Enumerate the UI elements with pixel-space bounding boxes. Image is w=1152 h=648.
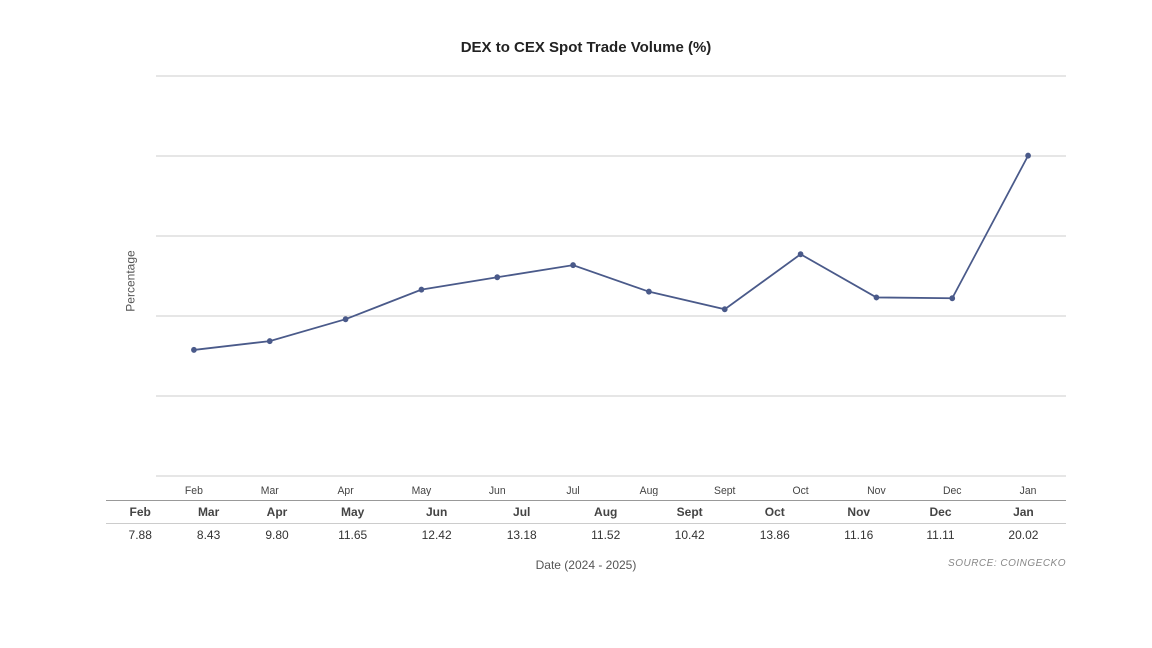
svg-text:Mar: Mar <box>261 485 279 496</box>
month-oct: Oct <box>732 501 817 524</box>
month-jul: Jul <box>479 501 564 524</box>
value-nov: 11.16 <box>817 524 900 547</box>
value-mar: 8.43 <box>174 524 242 547</box>
dot-jan <box>1025 153 1031 159</box>
dot-feb <box>191 347 197 353</box>
svg-text:Apr: Apr <box>337 485 354 496</box>
month-may: May <box>311 501 394 524</box>
data-table: Feb Mar Apr May Jun Jul Aug Sept Oct Nov… <box>106 500 1066 546</box>
month-nov: Nov <box>817 501 900 524</box>
month-dec: Dec <box>900 501 981 524</box>
svg-text:Jul: Jul <box>566 485 579 496</box>
svg-text:Aug: Aug <box>640 485 659 496</box>
value-aug: 11.52 <box>564 524 647 547</box>
source-label: SOURCE: COINGECKO <box>826 558 1066 569</box>
dot-jun <box>494 274 500 280</box>
svg-text:May: May <box>412 485 432 496</box>
month-mar: Mar <box>174 501 242 524</box>
value-row: 7.88 8.43 9.80 11.65 12.42 13.18 11.52 1… <box>106 524 1066 547</box>
value-may: 11.65 <box>311 524 394 547</box>
svg-text:Jan: Jan <box>1020 485 1037 496</box>
dot-jul <box>570 262 576 268</box>
month-sept: Sept <box>647 501 732 524</box>
svg-text:Dec: Dec <box>943 485 962 496</box>
x-axis-title: Date (2024 - 2025) <box>346 558 826 572</box>
value-jan: 20.02 <box>981 524 1066 547</box>
month-feb: Feb <box>106 501 174 524</box>
dot-mar <box>267 338 273 344</box>
svg-text:Feb: Feb <box>185 485 203 496</box>
y-axis-label: Percentage <box>124 250 138 311</box>
value-sept: 10.42 <box>647 524 732 547</box>
month-jun: Jun <box>394 501 479 524</box>
chart-line <box>194 156 1028 350</box>
value-jul: 13.18 <box>479 524 564 547</box>
value-dec: 11.11 <box>900 524 981 547</box>
dot-dec <box>949 295 955 301</box>
svg-text:Nov: Nov <box>867 485 886 496</box>
svg-text:Jun: Jun <box>489 485 506 496</box>
dot-oct <box>798 251 804 257</box>
value-oct: 13.86 <box>732 524 817 547</box>
dot-apr <box>343 316 349 322</box>
main-chart-svg: 25.00% 20.00% 15.00% 10.00% 5.00% <box>156 66 1066 496</box>
value-feb: 7.88 <box>106 524 174 547</box>
month-aug: Aug <box>564 501 647 524</box>
month-jan: Jan <box>981 501 1066 524</box>
chart-container: DEX to CEX Spot Trade Volume (%) Percent… <box>26 19 1126 629</box>
svg-text:Oct: Oct <box>792 485 808 496</box>
month-row: Feb Mar Apr May Jun Jul Aug Sept Oct Nov… <box>106 501 1066 524</box>
month-apr: Apr <box>243 501 311 524</box>
dot-may <box>419 287 425 293</box>
dot-nov <box>874 294 880 300</box>
svg-text:Sept: Sept <box>714 485 735 496</box>
dot-sept <box>722 306 728 312</box>
dot-aug <box>646 289 652 295</box>
value-apr: 9.80 <box>243 524 311 547</box>
chart-title: DEX to CEX Spot Trade Volume (%) <box>106 39 1066 56</box>
value-jun: 12.42 <box>394 524 479 547</box>
